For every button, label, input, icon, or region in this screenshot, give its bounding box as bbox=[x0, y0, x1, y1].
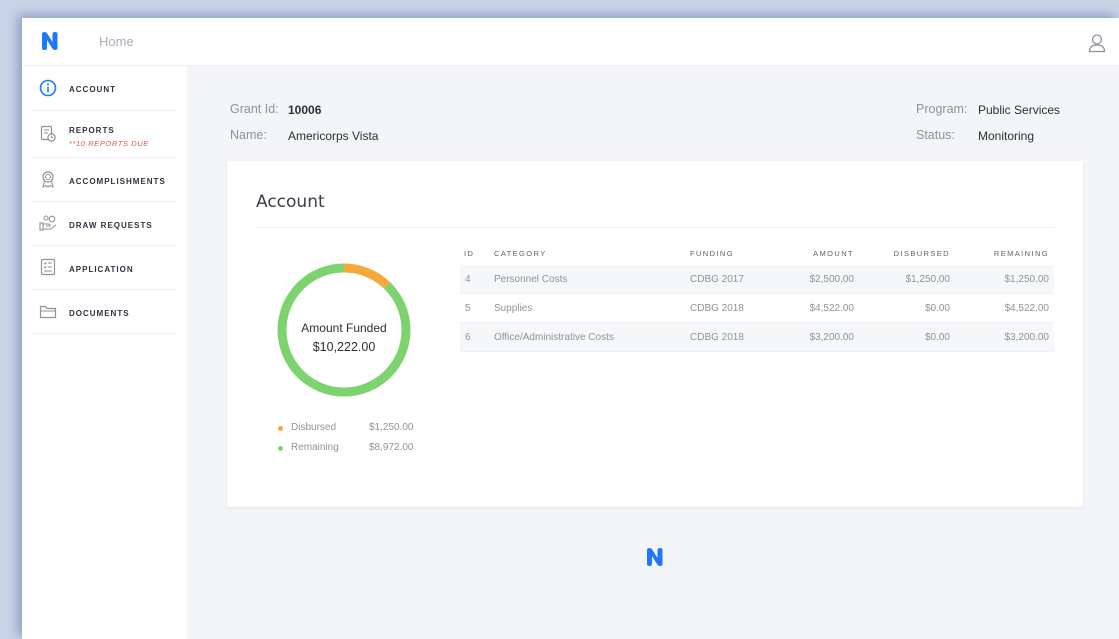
cell-funding: CDBG 2018 bbox=[690, 303, 744, 314]
user-profile-icon[interactable] bbox=[1087, 33, 1107, 53]
legend-item-disbursed: Disbursed $1,250.00 bbox=[278, 422, 418, 436]
app-window: Home ACCOUNT REPORTS **10 REPORTS DUE AC… bbox=[22, 18, 1119, 639]
money-hand-icon bbox=[39, 215, 57, 231]
sidebar-item-label: ACCOMPLISHMENTS bbox=[69, 177, 166, 186]
reports-due-notice: **10 REPORTS DUE bbox=[69, 139, 149, 148]
cell-amount: $3,200.00 bbox=[809, 332, 855, 343]
top-bar: Home bbox=[22, 18, 1119, 66]
cell-amount: $2,500.00 bbox=[809, 274, 855, 285]
column-header-amount: AMOUNT bbox=[813, 249, 854, 258]
cell-funding: CDBG 2018 bbox=[690, 332, 744, 343]
sidebar-item-label: DOCUMENTS bbox=[69, 309, 130, 318]
folder-icon bbox=[39, 305, 57, 319]
sidebar-item-reports[interactable]: REPORTS **10 REPORTS DUE bbox=[31, 111, 176, 158]
column-header-category: CATEGORY bbox=[494, 249, 547, 258]
column-header-funding: FUNDING bbox=[690, 249, 734, 258]
sidebar-item-label: REPORTS bbox=[69, 126, 115, 135]
grant-id-value: 10006 bbox=[288, 103, 322, 117]
legend-item-remaining: Remaining $8,972.00 bbox=[278, 442, 418, 456]
divider bbox=[256, 227, 1055, 228]
cell-disbursed: $0.00 bbox=[924, 332, 950, 343]
cell-funding: CDBG 2017 bbox=[690, 274, 744, 285]
home-link[interactable]: Home bbox=[99, 34, 134, 49]
sidebar-item-label: DRAW REQUESTS bbox=[69, 221, 153, 230]
sidebar: ACCOUNT REPORTS **10 REPORTS DUE ACCOMPL… bbox=[22, 66, 187, 639]
sidebar-item-documents[interactable]: DOCUMENTS bbox=[31, 290, 176, 334]
grant-name-value: Americorps Vista bbox=[288, 129, 379, 143]
cell-category: Office/Administrative Costs bbox=[494, 332, 614, 343]
table-header: ID CATEGORY FUNDING AMOUNT DISBURSED REM… bbox=[460, 245, 1054, 265]
n-logo-icon[interactable] bbox=[40, 31, 60, 51]
table-row[interactable]: 5 Supplies CDBG 2018 $4,522.00 $0.00 $4,… bbox=[460, 294, 1054, 323]
cell-remaining: $4,522.00 bbox=[1004, 303, 1050, 314]
cell-remaining: $3,200.00 bbox=[1004, 332, 1050, 343]
grant-name-label: Name: bbox=[230, 128, 267, 142]
table-row[interactable]: 4 Personnel Costs CDBG 2017 $2,500.00 $1… bbox=[460, 265, 1054, 294]
cell-disbursed: $1,250.00 bbox=[905, 274, 951, 285]
column-header-remaining: REMAINING bbox=[993, 249, 1049, 258]
donut-center-value: $10,222.00 bbox=[312, 340, 376, 354]
grant-id-label: Grant Id: bbox=[230, 102, 279, 116]
column-header-disbursed: DISBURSED bbox=[893, 249, 950, 258]
footer-n-logo-icon bbox=[647, 548, 663, 566]
sidebar-item-application[interactable]: APPLICATION bbox=[31, 246, 176, 290]
donut-center-label: Amount Funded bbox=[301, 321, 387, 335]
checklist-icon bbox=[40, 258, 56, 276]
account-title: Account bbox=[256, 192, 325, 212]
column-header-id: ID bbox=[464, 249, 475, 258]
legend-name: Remaining bbox=[291, 442, 339, 453]
sidebar-item-accomplishments[interactable]: ACCOMPLISHMENTS bbox=[31, 158, 176, 202]
status-label: Status: bbox=[916, 128, 955, 142]
sidebar-item-label: APPLICATION bbox=[69, 265, 134, 274]
cell-category: Personnel Costs bbox=[494, 274, 568, 285]
legend-value: $1,250.00 bbox=[369, 422, 414, 433]
status-value: Monitoring bbox=[978, 129, 1035, 143]
legend-dot-remaining bbox=[278, 446, 283, 451]
award-ribbon-icon bbox=[42, 171, 54, 188]
cell-remaining: $1,250.00 bbox=[1004, 274, 1050, 285]
program-value: Public Services bbox=[978, 103, 1061, 117]
sidebar-item-label: ACCOUNT bbox=[69, 85, 116, 94]
cell-amount: $4,522.00 bbox=[809, 303, 855, 314]
table-row[interactable]: 6 Office/Administrative Costs CDBG 2018 … bbox=[460, 323, 1054, 352]
account-card: Account Amount Funded $10,222.00 Disburs… bbox=[227, 161, 1083, 507]
legend-name: Disbursed bbox=[291, 422, 337, 433]
sidebar-item-draw-requests[interactable]: DRAW REQUESTS bbox=[31, 202, 176, 246]
cell-id: 5 bbox=[465, 303, 471, 314]
program-label: Program: bbox=[916, 102, 968, 116]
cell-disbursed: $0.00 bbox=[924, 303, 950, 314]
cell-id: 4 bbox=[465, 274, 471, 285]
reports-icon bbox=[40, 125, 56, 142]
sidebar-item-account[interactable]: ACCOUNT bbox=[31, 66, 176, 111]
legend-dot-disbursed bbox=[278, 426, 283, 431]
cell-id: 6 bbox=[465, 332, 471, 343]
cell-category: Supplies bbox=[494, 303, 533, 314]
account-table: ID CATEGORY FUNDING AMOUNT DISBURSED REM… bbox=[460, 245, 1054, 352]
legend-value: $8,972.00 bbox=[369, 442, 414, 453]
info-circle-icon bbox=[39, 79, 57, 97]
